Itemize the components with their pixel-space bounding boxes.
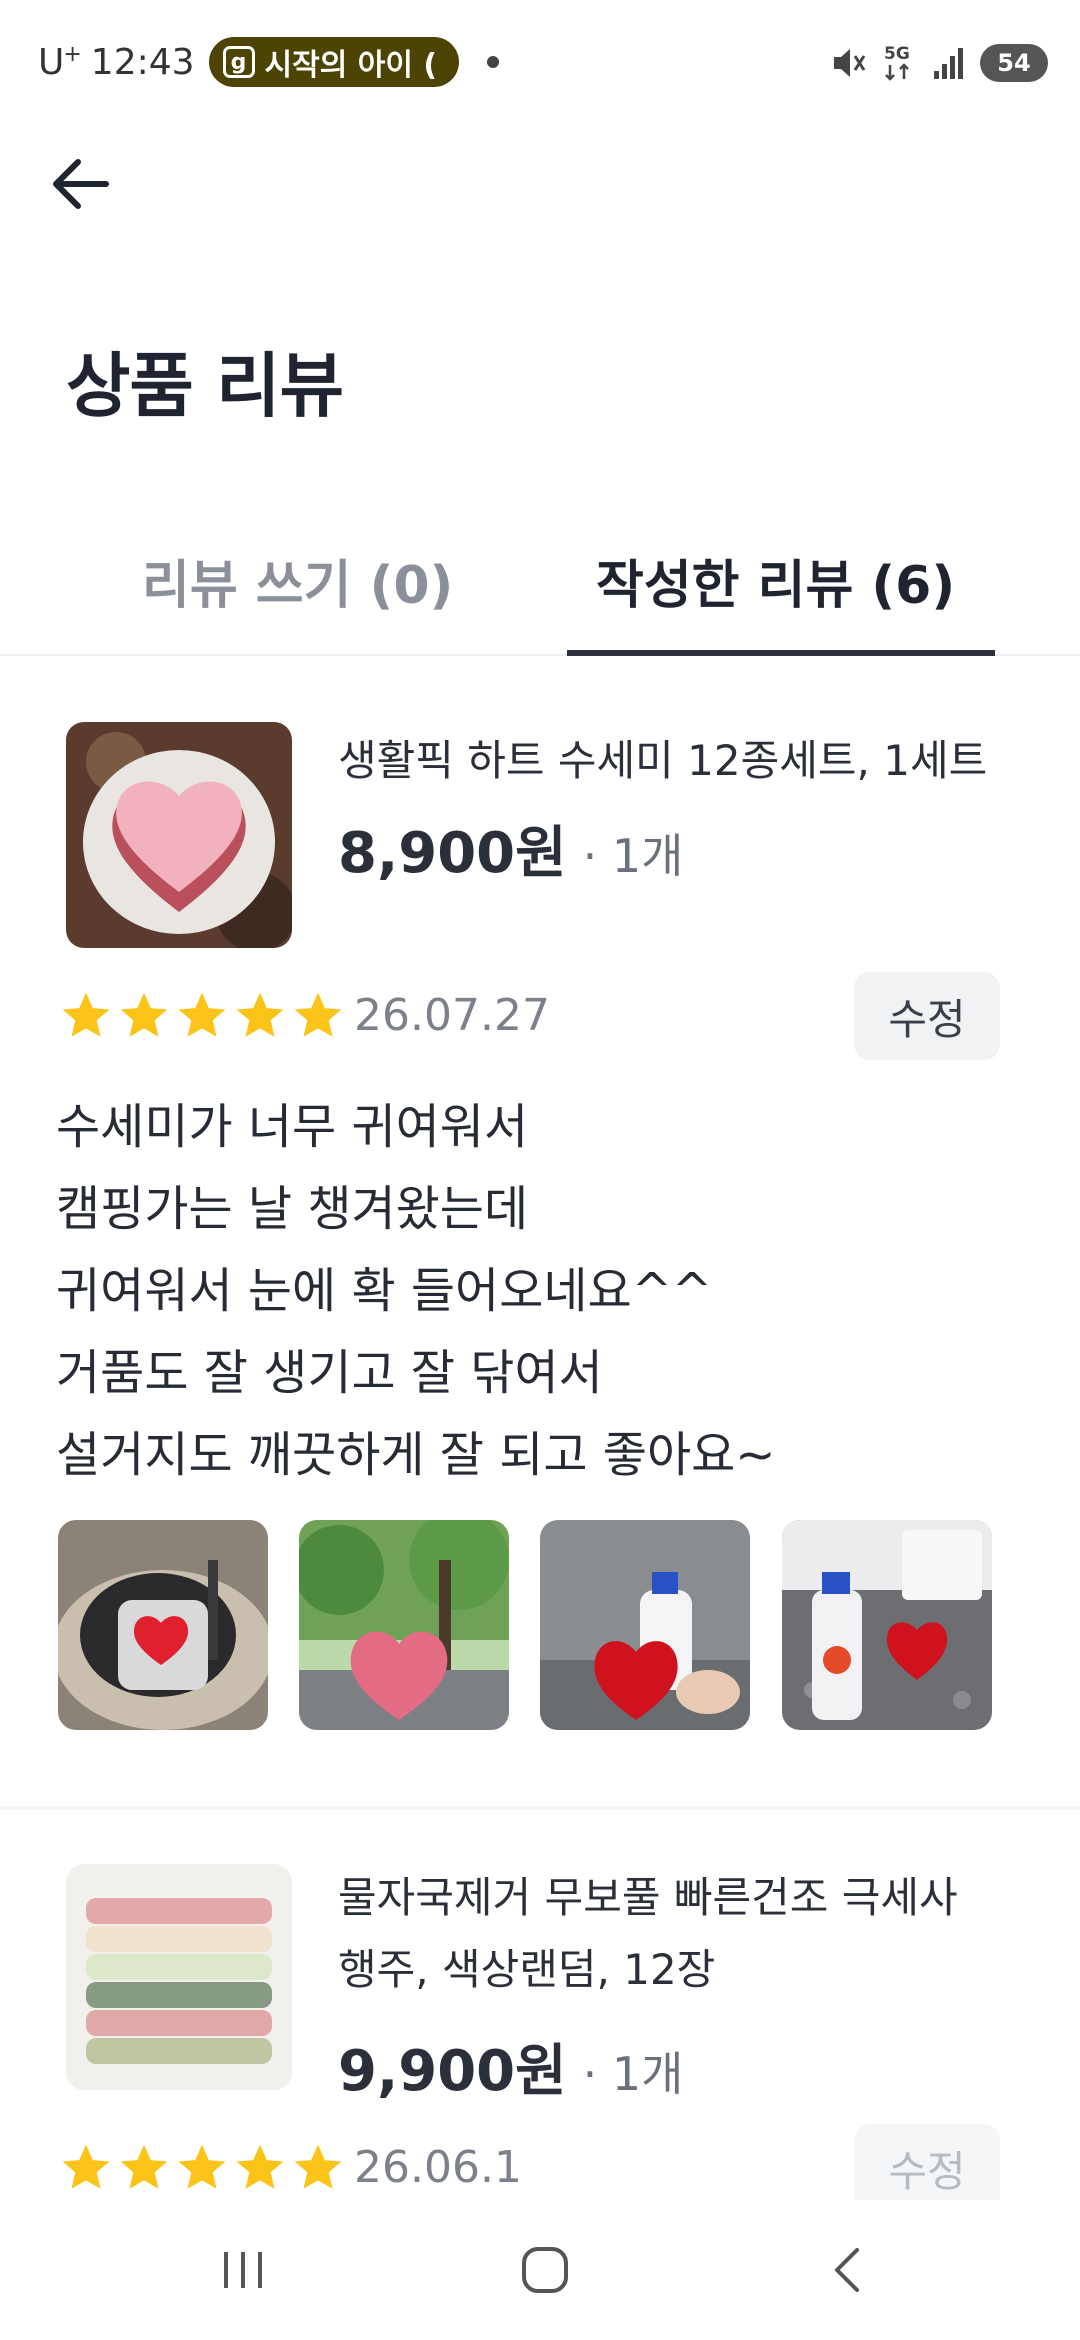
star-rating — [58, 2140, 346, 2196]
app-badge-text: 시작의 아이 ( — [264, 48, 438, 83]
svg-text:5G: 5G — [884, 44, 910, 64]
edit-review-button[interactable]: 수정 — [854, 972, 1000, 1060]
star-icon — [120, 2144, 168, 2189]
review-photo[interactable] — [58, 1520, 268, 1730]
star-rating — [58, 988, 346, 1044]
app-notification-badge: g 시작의 아이 ( — [208, 37, 460, 87]
tab-write-review[interactable]: 리뷰 쓰기 (0) — [142, 530, 453, 630]
recent-apps-button[interactable] — [198, 2230, 288, 2310]
product-name[interactable]: 생활픽 하트 수세미 12종세트, 1세트 — [338, 725, 1018, 797]
review-tabs: 리뷰 쓰기 (0) 작성한 리뷰 (6) — [0, 510, 1080, 656]
star-icon — [294, 2144, 342, 2189]
signal-icon — [934, 48, 963, 79]
review-text: 수세미가 너무 귀여워서 캠핑가는 날 챙겨왔는데 귀여워서 눈에 확 들어오네… — [56, 1099, 776, 1483]
product-quantity: · 1개 — [582, 829, 684, 883]
review-date: 26.07.27 — [354, 990, 550, 1041]
edit-review-button[interactable]: 수정 — [854, 2124, 1000, 2212]
product-price: 9,900원 — [338, 2039, 567, 2104]
status-bar: U+ 12:43 g 시작의 아이 ( 5G 54 — [0, 0, 1080, 120]
home-button[interactable] — [500, 2230, 590, 2310]
star-icon — [178, 2144, 226, 2189]
status-left: U+ 12:43 g 시작의 아이 ( — [38, 36, 500, 88]
clock: 12:43 — [90, 41, 195, 83]
product-price: 8,900원 — [338, 821, 567, 886]
app-logo-icon: g — [222, 46, 255, 78]
page-title: 상품 리뷰 — [66, 345, 344, 427]
star-icon — [120, 992, 168, 1037]
active-tab-indicator — [567, 650, 995, 656]
price-row: 9,900원 · 1개 — [338, 2026, 684, 2107]
review-date: 26.06.1 — [354, 2142, 522, 2193]
carrier-label: U+ — [38, 41, 82, 83]
home-icon — [522, 2247, 568, 2293]
star-icon — [294, 992, 342, 1037]
product-quantity: · 1개 — [582, 2047, 684, 2101]
product-thumbnail[interactable] — [66, 722, 292, 948]
back-icon — [835, 2248, 859, 2292]
arrow-left-icon — [53, 159, 109, 209]
notification-dot-icon — [487, 56, 500, 68]
star-icon — [62, 2144, 110, 2189]
tab-written-reviews[interactable]: 작성한 리뷰 (6) — [596, 530, 955, 630]
battery-icon: 54 — [980, 44, 1048, 82]
system-back-button[interactable] — [802, 2230, 892, 2310]
recent-apps-icon — [224, 2252, 262, 2288]
5g-icon: 5G — [884, 44, 910, 81]
star-icon — [236, 2144, 284, 2189]
review-photo[interactable] — [540, 1520, 750, 1730]
review-photo[interactable] — [299, 1520, 509, 1730]
product-name[interactable]: 물자국제거 무보풀 빠른건조 극세사 행주, 색상랜덤, 12장 — [338, 1862, 998, 2006]
status-right: 5G 54 — [828, 38, 1048, 88]
price-row: 8,900원 · 1개 — [338, 808, 684, 889]
system-nav-bar — [0, 2200, 1080, 2340]
star-icon — [236, 992, 284, 1037]
star-icon — [178, 992, 226, 1037]
review-divider — [0, 1806, 1080, 1810]
mute-icon — [834, 49, 866, 77]
star-icon — [62, 992, 110, 1037]
back-button[interactable] — [42, 146, 118, 222]
review-photo[interactable] — [782, 1520, 992, 1730]
product-thumbnail[interactable] — [66, 1864, 292, 2090]
